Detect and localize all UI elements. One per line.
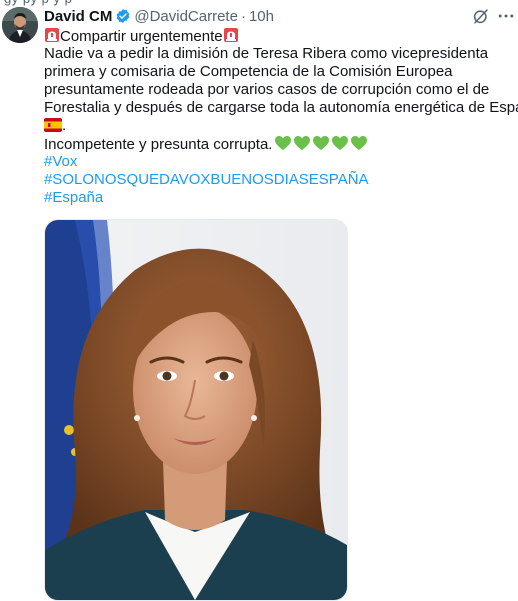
tweet-photo[interactable]	[44, 219, 348, 601]
tweet-line-7: Incompetente y presunta corrupta.	[44, 135, 514, 153]
hashtag-espana[interactable]: #España	[44, 189, 514, 207]
avatar-photo	[2, 7, 38, 43]
verified-badge-icon	[115, 8, 131, 24]
timestamp[interactable]: 10h	[249, 8, 274, 25]
green-hearts	[274, 135, 370, 157]
portrait-image	[45, 220, 347, 600]
hashtag-solonosquedavox[interactable]: #SOLONOSQUEDAVOXBUENOSDIASESPAÑA	[44, 171, 514, 189]
tweet-line-4: presuntamente rodeada por varios casos d…	[44, 81, 490, 98]
author-handle[interactable]: @DavidCarrete	[134, 8, 238, 25]
tweet-text: Compartir urgentemente Nadie va a pedir …	[44, 27, 518, 207]
tweet-text-incompetente: Incompetente y presunta corrupta.	[44, 136, 273, 153]
tweet-text-period: .	[62, 117, 67, 134]
tweet-line-6: .	[44, 117, 514, 135]
green-heart-icon	[294, 136, 311, 150]
tweet-line-5: Forestalia y después de cargarse toda la…	[44, 99, 518, 116]
avatar[interactable]	[2, 7, 38, 43]
green-heart-icon	[332, 136, 349, 150]
more-icon[interactable]	[496, 6, 516, 26]
tweet-line-2: Nadie va a pedir la dimisión de Teresa R…	[44, 45, 489, 62]
green-heart-icon	[275, 136, 292, 150]
tweet-line-3: primera y comisaria de Competencia de la…	[44, 63, 453, 80]
tweet-text-compartir: Compartir urgentemente	[60, 28, 223, 45]
tweet-header: David CM @DavidCarrete · 10h	[44, 6, 274, 26]
green-heart-icon	[351, 136, 368, 150]
tweet-line-1: Compartir urgentemente	[44, 27, 514, 45]
green-heart-icon	[313, 136, 330, 150]
author-name[interactable]: David CM	[44, 8, 112, 25]
grok-icon[interactable]	[472, 7, 490, 25]
separator-dot: ·	[240, 7, 246, 25]
